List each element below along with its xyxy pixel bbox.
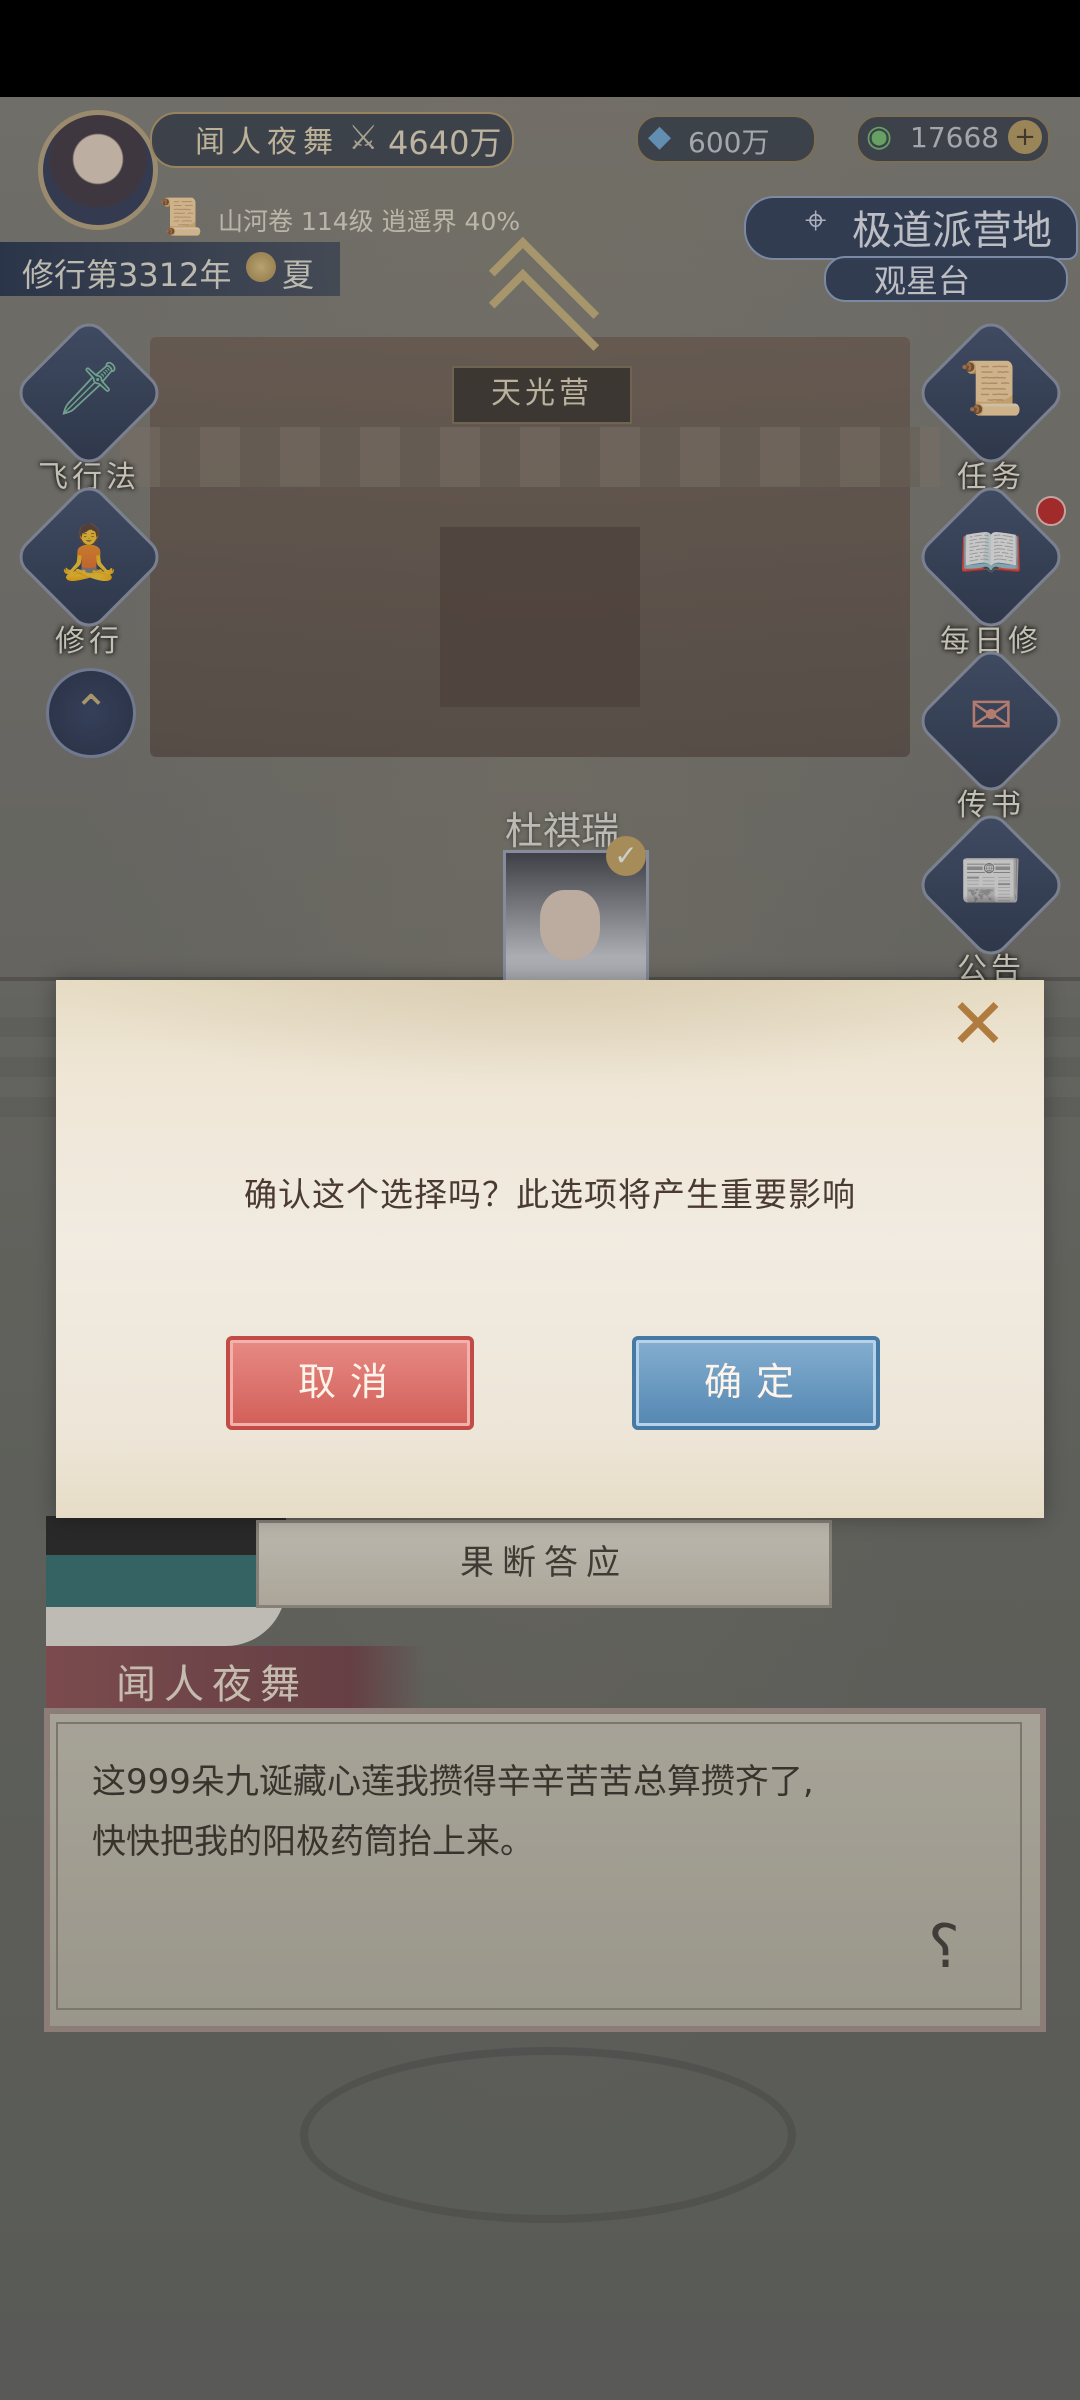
confirm-message: 确认这个选择吗？此选项将产生重要影响 [244, 1175, 856, 1214]
modal-cloud-decoration [56, 980, 1044, 1090]
status-bar [0, 0, 1080, 97]
confirm-modal [56, 980, 1044, 1518]
confirm-button[interactable]: 确定 [632, 1336, 880, 1430]
cancel-button[interactable]: 取消 [226, 1336, 474, 1430]
close-icon[interactable]: ✕ [948, 989, 1008, 1059]
